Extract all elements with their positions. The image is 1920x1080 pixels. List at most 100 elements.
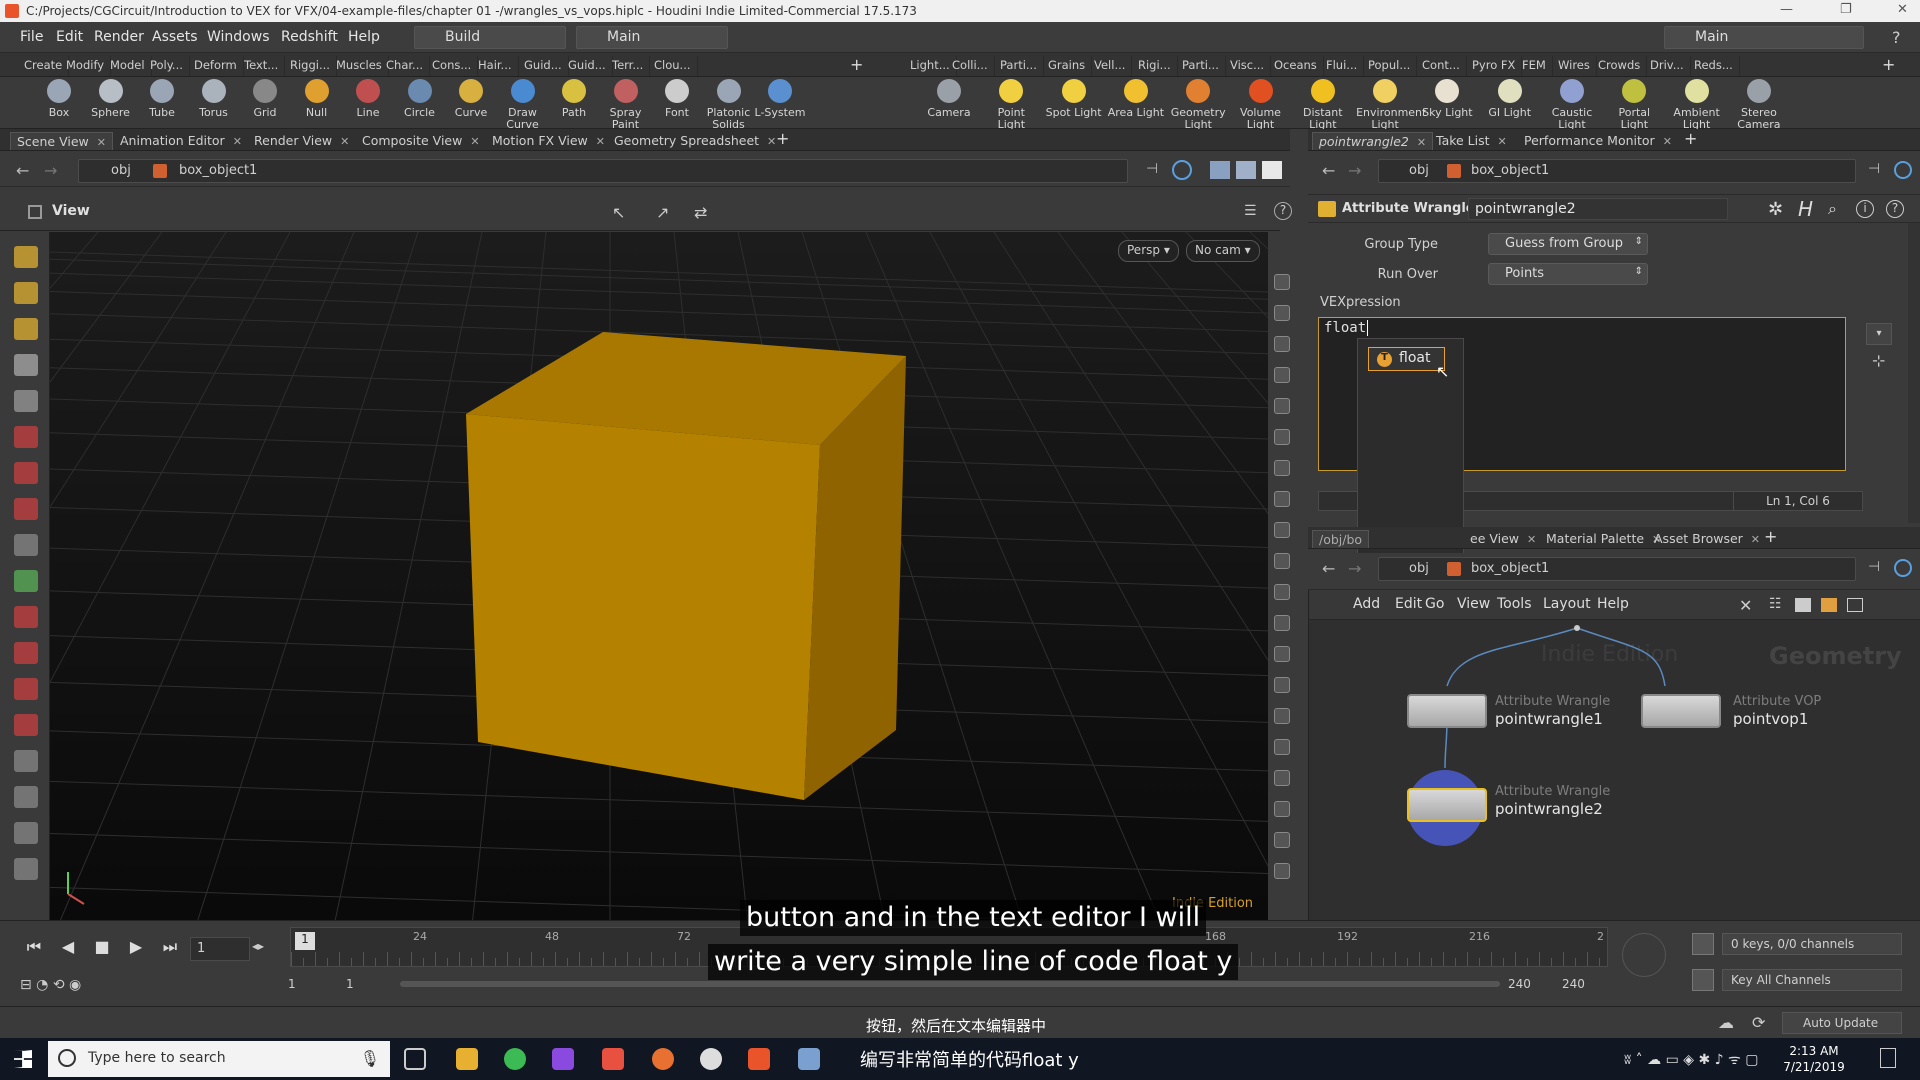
shelf-tool-right-12[interactable]: Ambient Light bbox=[1668, 79, 1726, 131]
desktop-combo[interactable]: Build bbox=[414, 26, 566, 49]
current-frame-field[interactable]: 1 bbox=[190, 937, 250, 961]
left-tool-icon-5[interactable] bbox=[14, 426, 38, 448]
left-tool-icon-16[interactable] bbox=[14, 822, 38, 844]
shelf-tab-right-4[interactable]: Vell... bbox=[1088, 56, 1133, 76]
left-tool-icon-6[interactable] bbox=[14, 462, 38, 484]
shelf-tab-right-5[interactable]: Rigi... bbox=[1132, 56, 1178, 76]
left-tool-icon-1[interactable] bbox=[14, 282, 38, 304]
left-tab-close-icon-1[interactable]: ✕ bbox=[233, 135, 242, 148]
pin-icon[interactable]: ⊣ bbox=[1146, 161, 1158, 177]
left-tab-close-icon-4[interactable]: ✕ bbox=[596, 135, 605, 148]
network-tab-close-icon-2[interactable]: ✕ bbox=[1751, 533, 1760, 546]
left-tab-close-icon-2[interactable]: ✕ bbox=[340, 135, 349, 148]
file-explorer-icon[interactable] bbox=[456, 1048, 478, 1070]
shelf-tab-8[interactable]: Char... bbox=[380, 56, 431, 76]
left-tool-icon-14[interactable] bbox=[14, 750, 38, 772]
key-all-icon[interactable] bbox=[1692, 969, 1714, 991]
network-path-tab[interactable]: /obj/bo bbox=[1312, 530, 1370, 548]
viewport-3d[interactable]: Persp ▾ No cam ▾ Indie Edition bbox=[50, 232, 1268, 920]
left-tab-5[interactable]: Geometry Spreadsheet ✕ bbox=[608, 132, 782, 149]
unity-icon[interactable] bbox=[700, 1048, 722, 1070]
add-right-tab-icon[interactable]: + bbox=[1684, 129, 1697, 148]
shelf-tab-5[interactable]: Text... bbox=[238, 56, 286, 76]
search-icon[interactable]: ⌕ bbox=[1828, 199, 1837, 219]
shelf-tool-right-13[interactable]: Stereo Camera bbox=[1730, 79, 1788, 131]
network-path-root[interactable]: obj bbox=[1409, 561, 1429, 576]
right-path-root[interactable]: obj bbox=[1409, 163, 1429, 178]
network-path-object[interactable]: box_object1 bbox=[1471, 561, 1549, 576]
left-tab-1[interactable]: Animation Editor ✕ bbox=[114, 132, 248, 149]
right-path-object[interactable]: box_object1 bbox=[1471, 163, 1549, 178]
network-tab-2[interactable]: Asset Browser ✕ bbox=[1648, 530, 1766, 547]
node-pointwrangle1[interactable] bbox=[1407, 694, 1487, 728]
display-tool-icon-19[interactable] bbox=[1274, 863, 1290, 879]
display-options-icon[interactable]: ☰ bbox=[1244, 203, 1257, 219]
add-shelf-tab-right-icon[interactable]: + bbox=[1882, 55, 1895, 74]
shelf-tool-right-6[interactable]: Distant Light bbox=[1294, 79, 1352, 131]
left-tool-icon-0[interactable] bbox=[14, 246, 38, 268]
display-tool-icon-6[interactable] bbox=[1274, 460, 1290, 476]
right-path-field[interactable]: obj box_object1 bbox=[1378, 159, 1856, 183]
shelf-tab-9[interactable]: Cons... bbox=[426, 56, 479, 76]
node-name-pointwrangle2[interactable]: pointwrangle2 bbox=[1495, 800, 1603, 818]
notifications-icon[interactable] bbox=[1880, 1048, 1896, 1068]
keys-field[interactable]: 0 keys, 0/0 channels bbox=[1722, 933, 1902, 955]
shelf-tool-right-3[interactable]: Area Light bbox=[1107, 79, 1165, 119]
help-icon[interactable]: ? bbox=[1892, 28, 1901, 47]
display-icon[interactable] bbox=[1210, 161, 1230, 179]
shelf-tab-14[interactable]: Clou... bbox=[648, 56, 698, 76]
left-tool-icon-10[interactable] bbox=[14, 606, 38, 628]
microphone-icon[interactable]: 🎙 bbox=[360, 1049, 380, 1068]
network-link-icon[interactable] bbox=[1894, 559, 1912, 577]
refresh-icon[interactable]: ⟳ bbox=[1752, 1013, 1765, 1032]
display-tool-icon-2[interactable] bbox=[1274, 336, 1290, 352]
menu-file[interactable]: File bbox=[20, 29, 43, 45]
notepad-icon[interactable] bbox=[798, 1048, 820, 1070]
back-arrow-icon[interactable]: ← bbox=[16, 161, 29, 180]
right-tab-1[interactable]: Take List ✕ bbox=[1430, 132, 1513, 149]
node-name-field[interactable]: pointwrangle2 bbox=[1468, 198, 1728, 220]
display-tool-icon-7[interactable] bbox=[1274, 491, 1290, 507]
menu-windows[interactable]: Windows bbox=[207, 29, 270, 45]
info-icon[interactable]: i bbox=[1856, 200, 1874, 218]
shelf-tool-right-7[interactable]: Environment Light bbox=[1356, 79, 1426, 131]
shelf-tab-right-11[interactable]: Cont... bbox=[1416, 56, 1467, 76]
menu-assets[interactable]: Assets bbox=[152, 29, 198, 45]
tray-time[interactable]: 2:13 AM bbox=[1774, 1044, 1854, 1058]
gear-icon[interactable]: ✲ bbox=[1768, 199, 1783, 220]
right-desktop-combo[interactable]: Main bbox=[1664, 26, 1864, 49]
left-tab-4[interactable]: Motion FX View ✕ bbox=[486, 132, 611, 149]
network-forward-arrow-icon[interactable]: → bbox=[1348, 559, 1361, 578]
houdini-help-icon[interactable]: H bbox=[1798, 197, 1813, 221]
shelf-tab-right-7[interactable]: Visc... bbox=[1224, 56, 1272, 76]
network-tab-0[interactable]: ee View ✕ bbox=[1464, 530, 1542, 547]
shelf-tool-right-1[interactable]: Point Light bbox=[982, 79, 1040, 131]
select-mode-icon[interactable]: ↗ bbox=[656, 203, 669, 222]
range-end[interactable]: 240 bbox=[1508, 977, 1531, 991]
shelf-tool-1[interactable]: Sphere bbox=[82, 79, 140, 119]
menu-redshift[interactable]: Redshift bbox=[281, 29, 338, 45]
frame-marker[interactable]: 1 bbox=[295, 932, 315, 950]
shelf-tab-right-14[interactable]: Wires bbox=[1552, 56, 1597, 76]
audio-tools-icon[interactable]: ⊟ ◔ ⟲ ◉ bbox=[20, 977, 150, 997]
right-tab-close-icon-1[interactable]: ✕ bbox=[1498, 135, 1507, 148]
autocomplete-item-float[interactable]: T float bbox=[1368, 347, 1445, 371]
shelf-tab-right-1[interactable]: Colli... bbox=[946, 56, 995, 76]
display-tool-icon-9[interactable] bbox=[1274, 553, 1290, 569]
left-tab-3[interactable]: Composite View ✕ bbox=[356, 132, 486, 149]
right-forward-arrow-icon[interactable]: → bbox=[1348, 161, 1361, 180]
shelf-tool-3[interactable]: Torus bbox=[185, 79, 243, 119]
display-tool-icon-11[interactable] bbox=[1274, 615, 1290, 631]
shelf-tool-right-4[interactable]: Geometry Light bbox=[1169, 79, 1227, 131]
display-tool-icon-4[interactable] bbox=[1274, 398, 1290, 414]
render-icon[interactable] bbox=[1236, 161, 1256, 179]
shelf-tab-right-9[interactable]: Flui... bbox=[1320, 56, 1365, 76]
display-tool-icon-8[interactable] bbox=[1274, 522, 1290, 538]
left-tab-close-icon-3[interactable]: ✕ bbox=[470, 135, 479, 148]
run-over-select[interactable]: Points ⇕ bbox=[1488, 263, 1648, 285]
display-tool-icon-13[interactable] bbox=[1274, 677, 1290, 693]
shelf-tool-14[interactable]: L-System bbox=[751, 79, 809, 119]
taskbar-search[interactable]: Type here to search 🎙 bbox=[48, 1041, 390, 1077]
persp-menu-button[interactable]: Persp ▾ bbox=[1118, 240, 1179, 262]
shelf-tool-9[interactable]: Draw Curve bbox=[494, 79, 552, 131]
